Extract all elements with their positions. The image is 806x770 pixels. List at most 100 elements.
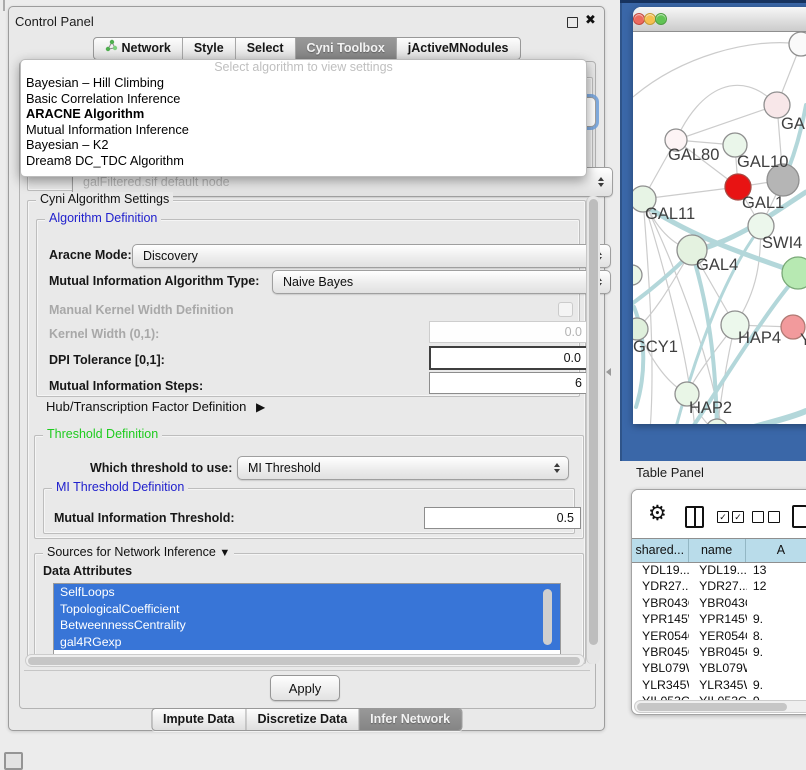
- which-threshold-combo[interactable]: MI Threshold: [237, 456, 569, 480]
- column-header[interactable]: shared...: [632, 539, 689, 562]
- dropdown-prompt: Select algorithm to view settings: [21, 60, 586, 75]
- network-edge[interactable]: [676, 105, 777, 140]
- network-node-label: Y: [800, 331, 806, 349]
- algorithm-option[interactable]: Mutual Information Inference: [21, 122, 586, 138]
- network-node-label: GAL1: [742, 194, 784, 212]
- network-edge[interactable]: [643, 187, 738, 199]
- collapse-down-arrow-icon[interactable]: ▼: [219, 547, 230, 559]
- table-cell: 8.: [747, 628, 806, 644]
- attribute-list-item[interactable]: gal4RGexp: [54, 634, 560, 651]
- kernel-width-field[interactable]: 0.0: [429, 321, 589, 343]
- dpi-tolerance-label: DPI Tolerance [0,1]:: [49, 353, 165, 367]
- float-panel-icon[interactable]: [567, 17, 578, 28]
- new-table-icon[interactable]: [792, 505, 806, 528]
- dock-panel-icon[interactable]: [4, 752, 23, 770]
- panel-title: Control Panel: [15, 14, 94, 29]
- apply-button[interactable]: Apply: [270, 675, 340, 701]
- settings-horizontal-scrollbar[interactable]: [25, 654, 585, 667]
- algorithm-option[interactable]: Bayesian – K2: [21, 137, 586, 153]
- table-cell: YDL19...: [632, 562, 689, 578]
- dpi-tolerance-field[interactable]: 0.0: [429, 346, 589, 370]
- aracne-mode-value: Discovery: [143, 249, 198, 263]
- tab-cyni-toolbox[interactable]: Cyni Toolbox: [295, 38, 396, 59]
- threshold-definition-title: Threshold Definition: [43, 427, 162, 441]
- mi-steps-field[interactable]: 6: [429, 372, 589, 394]
- network-edge[interactable]: [643, 199, 652, 424]
- network-edge-highlighted[interactable]: [741, 411, 806, 424]
- aracne-mode-combo[interactable]: Discovery: [132, 244, 611, 268]
- mi-threshold-field[interactable]: 0.5: [424, 507, 581, 529]
- table-row[interactable]: YLR345WYLR345W9.: [632, 677, 806, 693]
- panel-splitter-handle[interactable]: [606, 368, 611, 376]
- table-panel-window: ⚙ ✓ ✓ shared...nameA YDL19...YDL19...13Y…: [631, 489, 806, 715]
- network-edge[interactable]: [633, 43, 801, 97]
- attribute-list-item[interactable]: SelfLoops: [54, 584, 560, 601]
- tab-infer-network[interactable]: Infer Network: [358, 709, 461, 730]
- table-row[interactable]: YBL079WYBL079W: [632, 660, 806, 676]
- attribute-list-item[interactable]: BetweennessCentrality: [54, 617, 560, 634]
- column-layout-icon[interactable]: [685, 506, 704, 528]
- network-node[interactable]: [706, 419, 728, 424]
- network-view-window: GALGAL80GAL10GAL1GAL11SWI4GAL4HAP4YGCY1H…: [633, 7, 806, 424]
- table-cell: YDL19...: [689, 562, 747, 578]
- network-node[interactable]: [633, 265, 642, 285]
- table-row[interactable]: YDL19...YDL19...13: [632, 562, 806, 578]
- toolbox-tab-bar: NetworkStyleSelectCyni ToolboxjActiveMNo…: [92, 37, 520, 60]
- table-cell: YBL079W: [632, 660, 689, 676]
- tab-style[interactable]: Style: [182, 38, 235, 59]
- tab-discretize-data[interactable]: Discretize Data: [246, 709, 359, 730]
- algorithm-definition-group: Algorithm Definition Aracne Mode: Discov…: [36, 219, 580, 397]
- table-row[interactable]: YBR045CYBR045C9.: [632, 644, 806, 660]
- column-header[interactable]: A: [746, 539, 806, 562]
- tab-select[interactable]: Select: [235, 38, 295, 59]
- algorithm-option[interactable]: Basic Correlation Inference: [21, 91, 586, 107]
- table-cell: YIL053C: [632, 693, 689, 700]
- attributes-list-scrollbar[interactable]: [542, 587, 553, 649]
- data-attributes-list[interactable]: SelfLoopsTopologicalCoefficientBetweenne…: [53, 583, 561, 655]
- gear-icon[interactable]: ⚙: [648, 504, 667, 524]
- table-header-row: shared...nameA: [632, 538, 806, 563]
- table-hscroll-thumb[interactable]: [637, 703, 787, 711]
- table-cell: 12: [747, 578, 806, 594]
- which-threshold-label: Which threshold to use:: [90, 461, 232, 475]
- table-cell: YBL079W: [689, 660, 747, 676]
- table-row[interactable]: YDR27...YDR27...12: [632, 578, 806, 594]
- manual-kernel-checkbox[interactable]: [558, 302, 573, 317]
- network-window-titlebar[interactable]: [633, 7, 806, 32]
- table-cell: 9.: [747, 611, 806, 627]
- table-row[interactable]: YPR145WYPR145W9.: [632, 611, 806, 627]
- select-all-checkbox2-icon[interactable]: ✓: [732, 511, 744, 523]
- attribute-list-item[interactable]: TopologicalCoefficient: [54, 601, 560, 618]
- network-canvas[interactable]: GALGAL80GAL10GAL1GAL11SWI4GAL4HAP4YGCY1H…: [633, 32, 806, 424]
- tab-network[interactable]: Network: [93, 38, 181, 59]
- deselect-all-checkbox2-icon[interactable]: [768, 511, 780, 523]
- algorithm-definition-title: Algorithm Definition: [45, 211, 161, 225]
- combo-arrows-icon: [598, 177, 604, 187]
- network-node[interactable]: [633, 318, 648, 340]
- algorithm-option[interactable]: Dream8 DC_TDC Algorithm: [21, 153, 586, 169]
- settings-vertical-scrollbar[interactable]: [586, 196, 600, 664]
- zoom-window-icon[interactable]: [655, 13, 667, 25]
- table-row[interactable]: YIL053CYIL053C9.: [632, 693, 806, 700]
- mi-type-combo[interactable]: Naive Bayes: [272, 270, 611, 294]
- settings-hscroll-thumb[interactable]: [28, 657, 580, 665]
- network-node[interactable]: [782, 257, 806, 289]
- column-header[interactable]: name: [689, 539, 746, 562]
- table-cell: 9.: [747, 644, 806, 660]
- algorithm-option[interactable]: Bayesian – Hill Climbing: [21, 75, 586, 91]
- algorithm-option[interactable]: ARACNE Algorithm: [21, 106, 586, 122]
- table-row[interactable]: YER054CYER054C8.: [632, 628, 806, 644]
- tab-jactivemnodules[interactable]: jActiveMNodules: [396, 38, 520, 59]
- table-horizontal-scrollbar[interactable]: [634, 700, 806, 713]
- hub-definition-toggle[interactable]: Hub/Transcription Factor Definition ▶: [46, 399, 265, 414]
- settings-vscroll-thumb[interactable]: [589, 199, 598, 645]
- network-node[interactable]: [789, 32, 806, 56]
- network-node-label: GAL10: [737, 153, 788, 171]
- table-row[interactable]: YBR043CYBR043C: [632, 595, 806, 611]
- close-panel-icon[interactable]: ✖: [585, 12, 596, 28]
- select-all-checkbox-icon[interactable]: ✓: [717, 511, 729, 523]
- network-edge[interactable]: [676, 85, 777, 140]
- deselect-all-checkbox-icon[interactable]: [752, 511, 764, 523]
- network-edge[interactable]: [735, 226, 761, 325]
- tab-impute-data[interactable]: Impute Data: [152, 709, 246, 730]
